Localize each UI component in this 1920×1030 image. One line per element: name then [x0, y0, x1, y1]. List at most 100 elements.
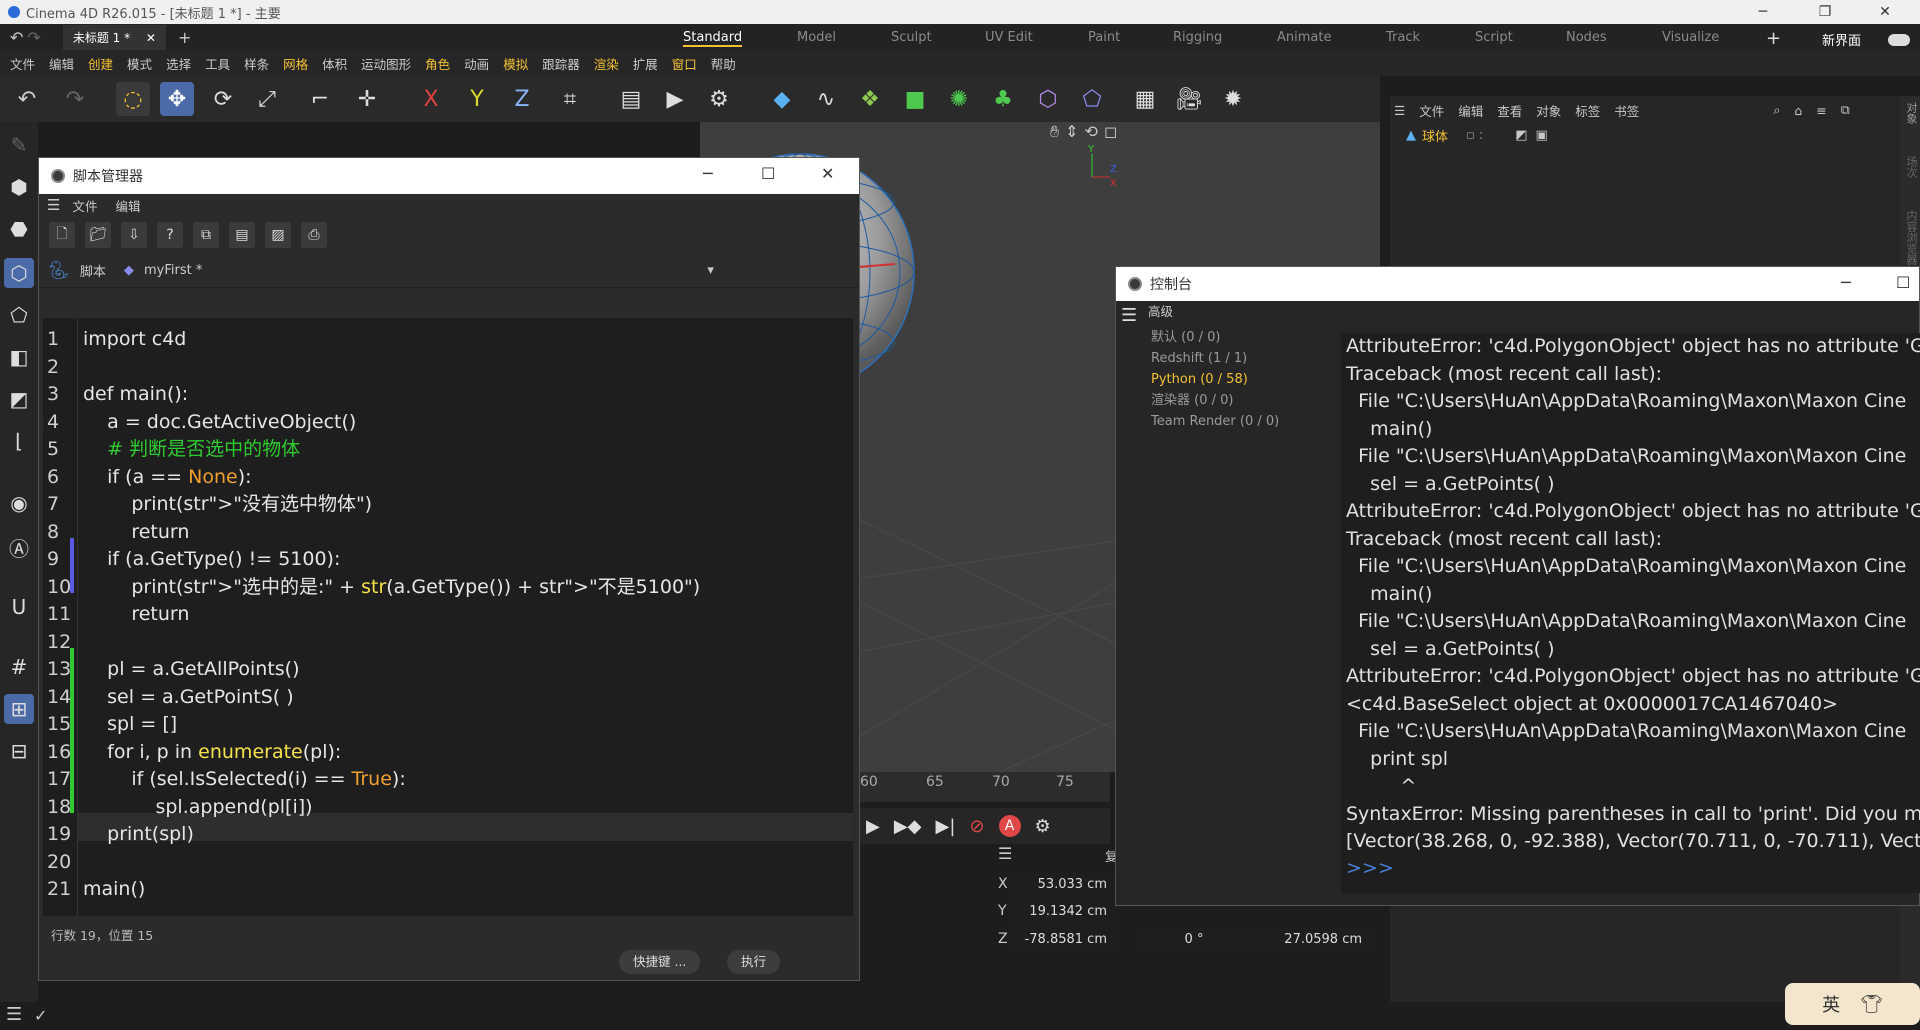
field-icon[interactable]: ⬠: [1075, 82, 1109, 116]
menu-tools[interactable]: 工具: [205, 54, 230, 73]
move-icon[interactable]: ✥: [160, 82, 194, 116]
cube-icon[interactable]: ◆: [765, 82, 799, 116]
visibility-dots-icon[interactable]: :: [1479, 128, 1483, 143]
layout-tab-rigging[interactable]: Rigging: [1173, 30, 1222, 45]
coords-menu-icon[interactable]: ☰: [998, 844, 1012, 863]
z-axis-icon[interactable]: Z: [505, 82, 539, 116]
console-output[interactable]: AttributeError: 'c4d.PolygonObject' obje…: [1341, 333, 1920, 893]
home-icon[interactable]: ⌂: [1794, 103, 1802, 118]
timeline-ruler[interactable]: 60 65 70 75: [860, 772, 1110, 802]
con-maximize-button[interactable]: ☐: [1896, 273, 1910, 292]
objmgr-menu-icon[interactable]: ☰: [1394, 103, 1405, 118]
new-layout-label[interactable]: 新界面: [1822, 30, 1861, 49]
minimize-button[interactable]: ─: [1740, 0, 1786, 24]
layout-tab-nodes[interactable]: Nodes: [1566, 30, 1607, 45]
channel-default[interactable]: 默认 (0 / 0): [1116, 327, 1336, 348]
point-mode-icon[interactable]: ⬡: [4, 258, 34, 288]
layout-tab-visualize[interactable]: Visualize: [1662, 30, 1719, 45]
help-icon[interactable]: ?: [157, 222, 183, 248]
objmgr-menu-object[interactable]: 对象: [1536, 101, 1561, 120]
menu-spline[interactable]: 样条: [244, 54, 269, 73]
objmgr-menu-edit[interactable]: 编辑: [1458, 101, 1483, 120]
redo-history-icon[interactable]: ↷: [27, 28, 40, 47]
polygon-mode-icon[interactable]: ◧: [4, 342, 34, 372]
menu-render[interactable]: 渲染: [594, 54, 619, 73]
layout-tab-paint[interactable]: Paint: [1088, 30, 1120, 45]
restore-button[interactable]: ❐: [1802, 0, 1848, 24]
solo-icon[interactable]: ◉: [4, 488, 34, 518]
script-manager-titlebar[interactable]: 脚本管理器 ─ ☐ ✕: [39, 158, 859, 194]
uv-mode-icon[interactable]: ◩: [4, 384, 34, 414]
objmgr-menu-tags[interactable]: 标签: [1575, 101, 1600, 120]
sw-minimize-button[interactable]: ─: [703, 164, 713, 183]
layout-tab-uv-edit[interactable]: UV Edit: [985, 30, 1033, 45]
sw-menu-file[interactable]: 文件: [72, 196, 97, 215]
model-mode-icon[interactable]: ⬢: [4, 172, 34, 202]
workplane-icon[interactable]: #: [4, 652, 34, 682]
close-button[interactable]: ✕: [1862, 0, 1908, 24]
side-tab-content-browser[interactable]: 内容浏览器: [1903, 210, 1919, 265]
menu-volume[interactable]: 体积: [322, 54, 347, 73]
layout-tab-sculpt[interactable]: Sculpt: [891, 30, 932, 45]
phong-tag-icon[interactable]: ◩: [1515, 128, 1527, 143]
side-tab-objects[interactable]: 对象: [1903, 102, 1919, 124]
layout-tab-animate[interactable]: Animate: [1277, 30, 1331, 45]
objmgr-menu-view[interactable]: 查看: [1497, 101, 1522, 120]
extrude-generator-icon[interactable]: ■: [898, 82, 932, 116]
close-tab-icon[interactable]: ✕: [146, 31, 156, 45]
code-editor[interactable]: 1 import c4d 2 3 def main(): 4 a = doc.GetAct…: [43, 318, 853, 916]
status-menu-icon[interactable]: ☰: [6, 1004, 22, 1025]
light-icon[interactable]: ✹: [1216, 82, 1250, 116]
orbit-icon[interactable]: ⟲: [1085, 122, 1098, 142]
new-window-icon[interactable]: ⧉: [1841, 102, 1850, 118]
size-field[interactable]: 27.0598 cm: [1258, 928, 1370, 952]
rotation-field[interactable]: 0 °: [1138, 928, 1250, 952]
open-folder-icon[interactable]: 📁︎: [85, 222, 111, 248]
search-icon[interactable]: ⌕: [1773, 102, 1780, 118]
menu-tracker[interactable]: 跟踪器: [542, 54, 580, 73]
live-selection-icon[interactable]: ◌: [116, 82, 150, 116]
layer-icon[interactable]: ▫: [1466, 128, 1475, 143]
sw-menu-icon[interactable]: ☰: [47, 196, 60, 214]
deformer-icon[interactable]: ⬡: [1031, 82, 1065, 116]
axis-mode-icon[interactable]: ⌊: [4, 426, 34, 456]
menu-character[interactable]: 角色: [425, 54, 450, 73]
undo-history-icon[interactable]: ↶: [10, 28, 23, 47]
menu-animate[interactable]: 动画: [464, 54, 489, 73]
menu-select[interactable]: 选择: [166, 54, 191, 73]
add-layout-icon[interactable]: +: [1766, 28, 1781, 49]
render-view-icon[interactable]: ▤: [614, 82, 648, 116]
side-tab-takes[interactable]: 场次: [1903, 156, 1919, 178]
grid-snap-icon[interactable]: ⊞: [4, 694, 34, 724]
edge-mode-icon[interactable]: ⬠: [4, 300, 34, 330]
execute-button[interactable]: 执行: [727, 950, 781, 974]
record-icon[interactable]: ⊘: [969, 816, 984, 837]
axis-lock-icon[interactable]: ⊟: [4, 736, 34, 766]
sw-menu-edit[interactable]: 编辑: [115, 196, 140, 215]
add-tab-icon[interactable]: +: [178, 28, 191, 47]
status-check-icon[interactable]: ✓: [34, 1006, 47, 1025]
spline-pen-icon[interactable]: ∿: [809, 82, 843, 116]
sw-maximize-button[interactable]: ☐: [761, 164, 775, 183]
dolly-icon[interactable]: ⇕: [1065, 122, 1078, 142]
channel-python[interactable]: Python (0 / 58): [1116, 369, 1336, 390]
cloner-icon[interactable]: ✺: [942, 82, 976, 116]
autokey-icon[interactable]: A: [998, 815, 1021, 837]
object-row[interactable]: ▲ 球体 ▫ : ◩ ▣: [1390, 124, 1920, 146]
import-icon[interactable]: ⇩: [121, 222, 147, 248]
console-titlebar[interactable]: 控制台 ─ ☐: [1116, 267, 1919, 301]
pan-icon[interactable]: ✋︎: [1050, 122, 1059, 142]
menu-simulate[interactable]: 模拟: [503, 54, 528, 73]
menu-extensions[interactable]: 扩展: [633, 54, 658, 73]
animation-settings-icon[interactable]: ⚙: [1035, 816, 1051, 837]
channel-redshift[interactable]: Redshift (1 / 1): [1116, 348, 1336, 369]
layout-tab-standard[interactable]: Standard: [683, 30, 743, 47]
shortcut-button[interactable]: 快捷键 ...: [619, 950, 701, 974]
layout-tab-track[interactable]: Track: [1386, 30, 1420, 45]
edit-mode-icon[interactable]: ✎: [4, 130, 34, 160]
subdivision-icon[interactable]: ❖: [853, 82, 887, 116]
y-axis-icon[interactable]: Y: [460, 82, 494, 116]
scale-icon[interactable]: ⤢: [250, 82, 284, 116]
duplicate-icon[interactable]: ⧉: [193, 222, 219, 248]
camera-icon[interactable]: 🎥︎: [1172, 82, 1206, 116]
